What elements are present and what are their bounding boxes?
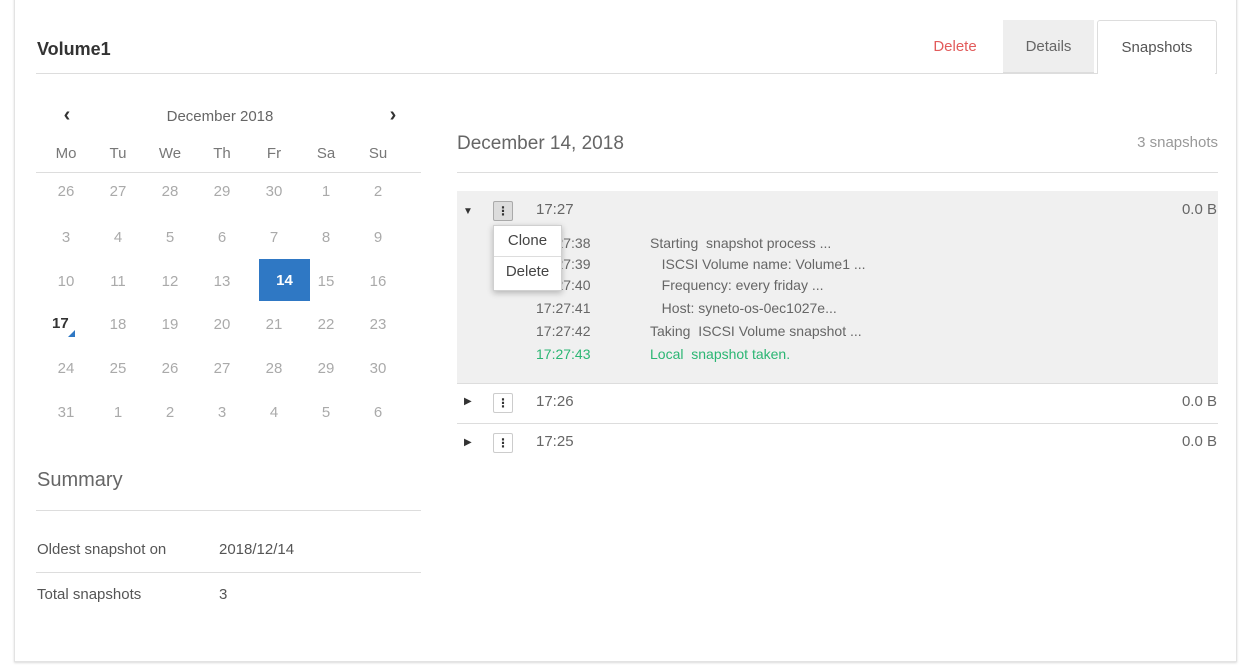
calendar-day[interactable]: 28 [144,183,196,200]
calendar-day[interactable]: 3 [196,404,248,421]
tab-snapshots[interactable]: Snapshots [1097,20,1217,74]
calendar-day[interactable]: 1 [300,183,352,200]
calendar-day[interactable]: 2 [144,404,196,421]
snapshot-marker-icon [68,330,75,337]
summary-divider [36,572,421,573]
day-title: December 14, 2018 [457,133,624,154]
snapshot-count: 3 snapshots [1137,134,1218,151]
weekday-label: Su [368,145,388,162]
calendar-day[interactable]: 5 [144,229,196,246]
calendar-day[interactable]: 11 [92,273,144,290]
delete-volume-button[interactable]: Delete [910,20,1000,73]
snapshot-time: 17:27 [536,201,574,218]
weekday-label: Th [213,145,231,162]
log-message: Frequency: every friday ... [650,277,824,293]
calendar-day[interactable]: 29 [300,360,352,377]
calendar-day[interactable]: 21 [248,316,300,333]
log-time: 17:27:42 [536,323,591,339]
calendar-day[interactable]: 5 [300,404,352,421]
calendar-day[interactable]: 27 [196,360,248,377]
day-divider [457,172,1218,173]
calendar-day-selected[interactable]: 14 [259,259,310,301]
calendar-day[interactable]: 2 [352,183,404,200]
weekday-label: Sa [316,145,336,162]
calendar-day[interactable]: 8 [300,229,352,246]
menu-item-clone[interactable]: Clone [494,232,561,249]
calendar-day[interactable]: 29 [196,183,248,200]
calendar-day[interactable]: 30 [352,360,404,377]
calendar-prev-icon[interactable]: ‹ [57,104,77,127]
total-snapshots-value: 3 [219,586,228,603]
log-message: Starting snapshot process ... [650,235,832,251]
calendar-day[interactable]: 20 [196,316,248,333]
menu-divider [494,256,561,257]
weekday-label: Fr [266,145,282,162]
calendar-day[interactable]: 6 [352,404,404,421]
oldest-snapshot-value: 2018/12/14 [219,541,295,558]
calendar-day[interactable]: 18 [92,316,144,333]
row-divider [457,383,1218,384]
snapshot-time: 17:26 [536,393,574,410]
volume-title: Volume1 [37,39,111,59]
snapshot-context-menu: Clone Delete [493,225,562,291]
snapshot-size: 0.0 B [1181,393,1217,410]
snapshot-menu-icon[interactable]: ⋮ [493,393,513,413]
calendar-next-icon[interactable]: › [383,104,403,127]
calendar-day[interactable]: 25 [92,360,144,377]
total-snapshots-label: Total snapshots [37,586,142,603]
header-divider [36,73,1098,74]
calendar-day[interactable]: 28 [248,360,300,377]
calendar-day[interactable]: 22 [300,316,352,333]
calendar-day[interactable]: 26 [40,183,92,200]
calendar-day[interactable]: 26 [144,360,196,377]
expand-caret-icon[interactable]: ▶ [464,437,472,448]
calendar-day[interactable]: 13 [196,273,248,290]
calendar-day[interactable]: 31 [40,404,92,421]
tab-details[interactable]: Details [1003,20,1094,73]
snapshot-size: 0.0 B [1181,433,1217,450]
snapshot-menu-icon[interactable]: ⋮ [493,201,513,221]
calendar-day[interactable]: 6 [196,229,248,246]
calendar-day[interactable]: 4 [248,404,300,421]
log-message-success: Local snapshot taken. [650,346,791,362]
calendar-day[interactable]: 12 [144,273,196,290]
log-message: ISCSI Volume name: Volume1 ... [650,256,866,272]
oldest-snapshot-label: Oldest snapshot on [37,541,167,558]
calendar-day[interactable]: 19 [144,316,196,333]
calendar-day[interactable]: 3 [40,229,92,246]
calendar-month-label: December 2018 [166,108,274,125]
collapse-caret-icon[interactable]: ▼ [463,206,473,217]
menu-item-delete[interactable]: Delete [494,263,561,280]
calendar-day[interactable]: 23 [352,316,404,333]
weekday-label: Tu [109,145,127,162]
calendar-day[interactable]: 30 [248,183,300,200]
log-message: Host: syneto-os-0ec1027e... [650,300,837,316]
summary-divider [36,510,421,511]
snapshot-size: 0.0 B [1181,201,1217,218]
summary-title: Summary [37,469,123,491]
calendar-day[interactable]: 7 [248,229,300,246]
log-time: 17:27:41 [536,300,591,316]
calendar-day[interactable]: 24 [40,360,92,377]
calendar-day[interactable]: 27 [92,183,144,200]
row-divider [457,423,1218,424]
calendar-day-today[interactable]: 17 [52,315,69,332]
header-divider-end [1215,73,1217,74]
expand-caret-icon[interactable]: ▶ [464,396,472,407]
snapshot-menu-icon[interactable]: ⋮ [493,433,513,453]
snapshot-time: 17:25 [536,433,574,450]
weekday-label: We [158,145,182,162]
calendar-header-divider [36,172,421,173]
calendar-day[interactable]: 10 [40,273,92,290]
calendar-day[interactable]: 9 [352,229,404,246]
calendar-day[interactable]: 16 [352,273,404,290]
log-time: 17:27:43 [536,346,591,362]
log-message: Taking ISCSI Volume snapshot ... [650,323,862,339]
calendar-day[interactable]: 1 [92,404,144,421]
calendar-day[interactable]: 4 [92,229,144,246]
weekday-label: Mo [55,145,77,162]
